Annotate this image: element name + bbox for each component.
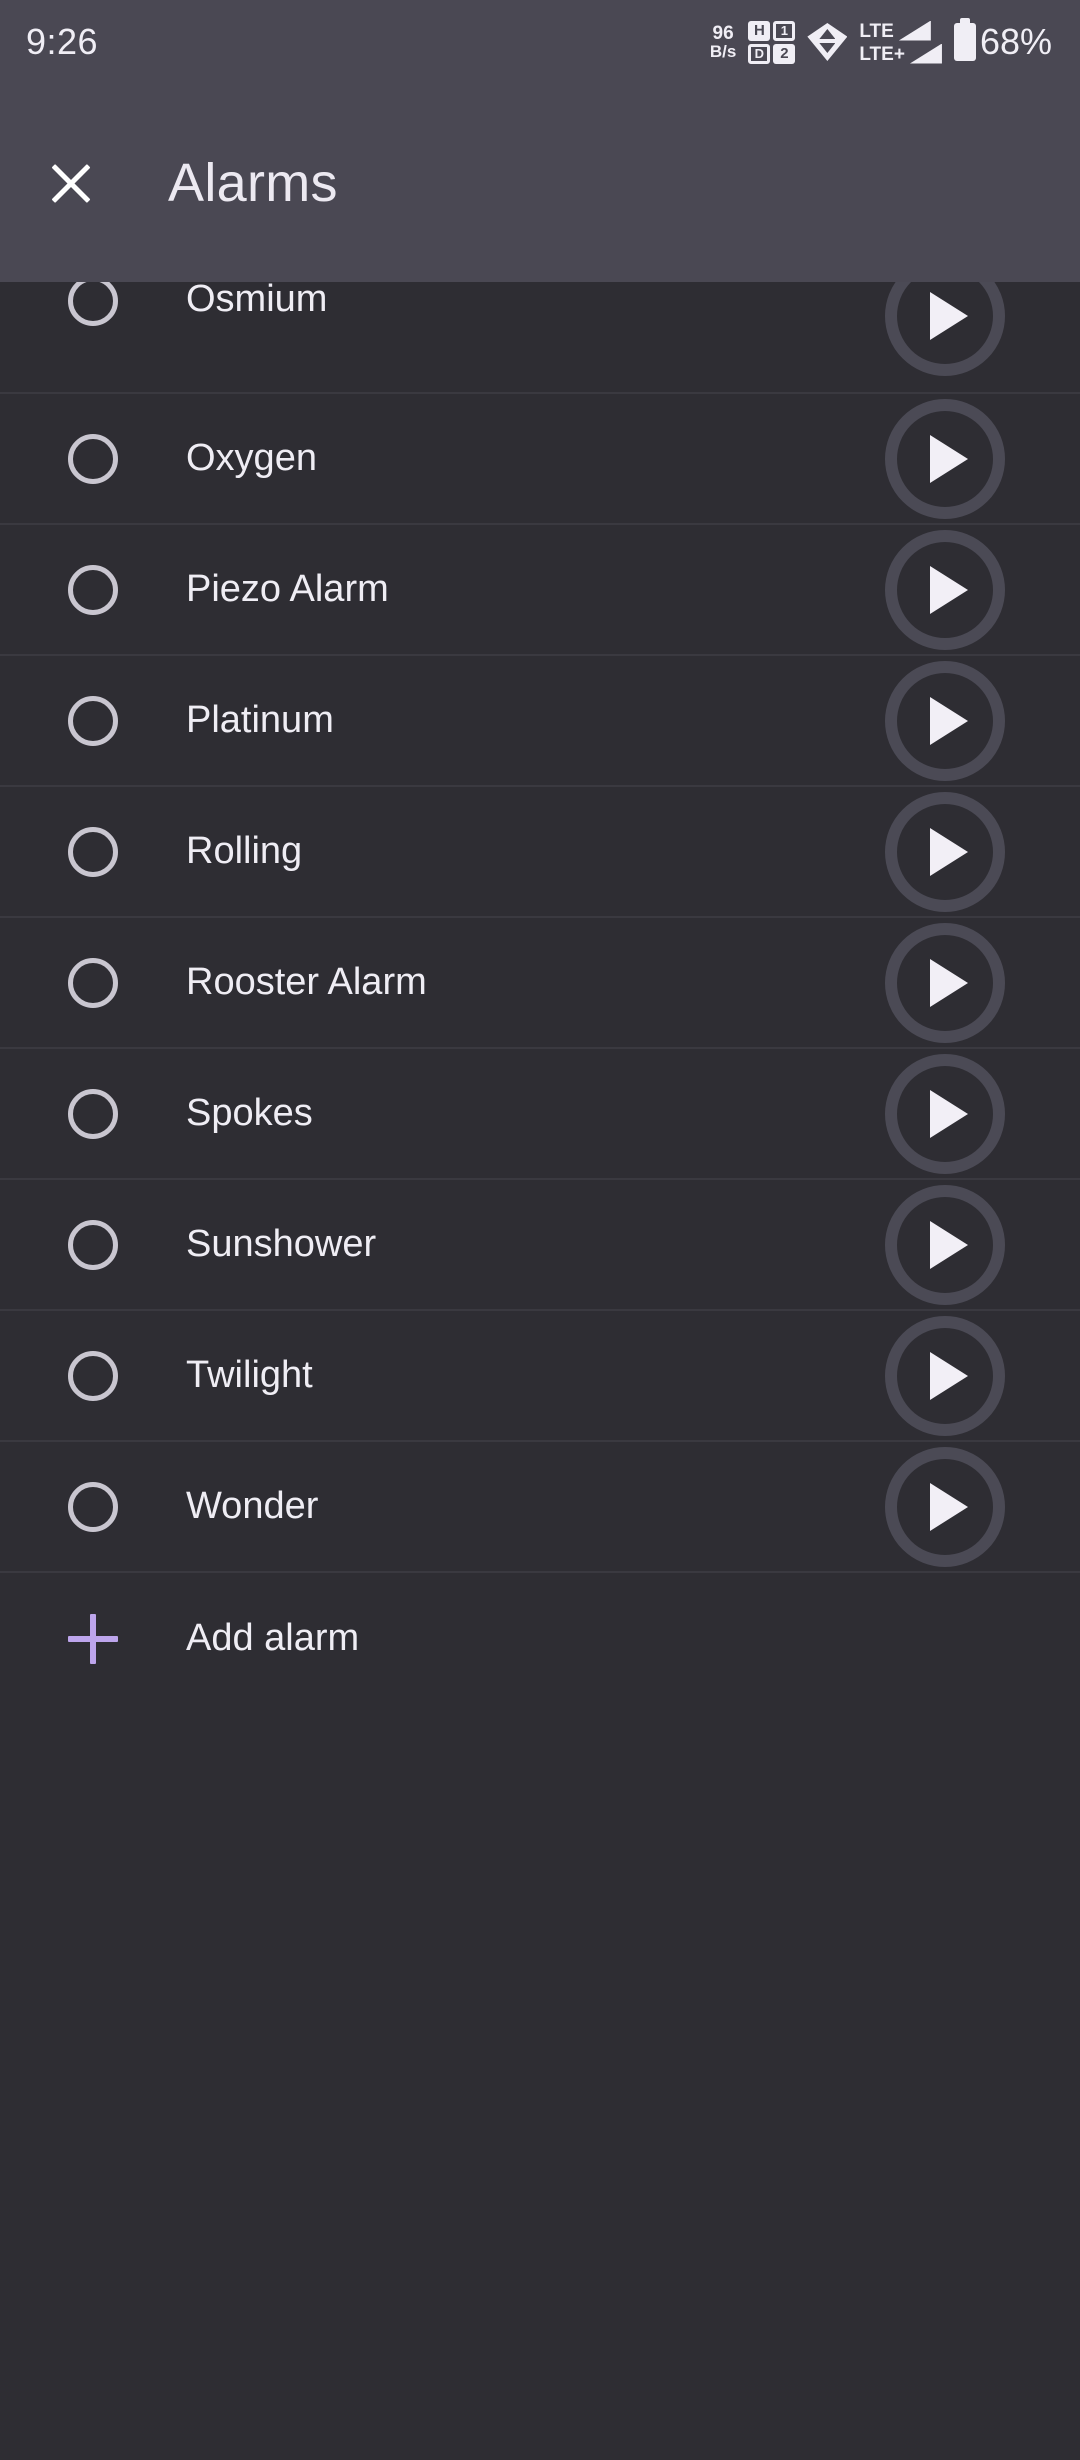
radio-unchecked-icon[interactable] <box>68 826 118 877</box>
signal-row-secondary: LTE+ <box>859 43 942 65</box>
list-item[interactable]: Platinum <box>0 656 1080 787</box>
app-bar: Alarms <box>0 84 1080 282</box>
play-icon[interactable] <box>885 1446 1005 1567</box>
play-icon-triangle <box>930 958 968 1007</box>
list-item[interactable]: Twilight <box>0 1311 1080 1442</box>
list-item[interactable]: Wonder <box>0 1442 1080 1573</box>
battery-icon <box>953 18 976 61</box>
play-icon[interactable] <box>885 1184 1005 1305</box>
dual-sim-icon: H 1 D 2 <box>748 20 796 64</box>
play-icon[interactable] <box>885 922 1005 1043</box>
list-item[interactable]: Osmium <box>0 282 1080 394</box>
sim-glyph-h: H <box>748 20 771 41</box>
radio-unchecked-icon[interactable] <box>68 1088 118 1139</box>
list-item[interactable]: Oxygen <box>0 394 1080 525</box>
list-item-label: Rooster Alarm <box>186 961 427 1003</box>
add-alarm-label: Add alarm <box>186 1617 360 1659</box>
play-icon[interactable] <box>885 1315 1005 1436</box>
list-item-label: Piezo Alarm <box>186 568 389 610</box>
play-icon[interactable] <box>885 660 1005 781</box>
play-icon-triangle <box>930 1482 968 1531</box>
play-icon-triangle <box>930 1089 968 1138</box>
play-icon-triangle <box>930 565 968 614</box>
radio-unchecked-icon[interactable] <box>68 695 118 746</box>
list-item-label: Wonder <box>186 1485 319 1527</box>
radio-unchecked-icon[interactable] <box>68 1350 118 1401</box>
radio-unchecked-icon[interactable] <box>68 564 118 615</box>
list-item-label: Rolling <box>186 830 303 872</box>
wifi-icon <box>807 21 848 63</box>
play-icon-triangle <box>930 292 968 340</box>
radio-unchecked-icon[interactable] <box>68 1219 118 1270</box>
battery-percent-label: 68% <box>979 21 1052 62</box>
alarm-sound-list[interactable]: Osmium Oxygen Piezo Alarm Platinum Rolling Ro… <box>0 282 1080 2460</box>
list-item[interactable]: Spokes <box>0 1049 1080 1180</box>
list-item-label: Sunshower <box>186 1223 377 1265</box>
signal-bars-icon-2 <box>909 43 942 64</box>
battery-indicator: 68% <box>953 18 1052 63</box>
sim-glyph-2: 2 <box>773 43 796 64</box>
play-icon-triangle <box>930 1220 968 1269</box>
radio-unchecked-icon[interactable] <box>68 1481 118 1532</box>
radio-unchecked-icon[interactable] <box>68 957 118 1008</box>
list-item-label: Spokes <box>186 1092 313 1134</box>
radio-unchecked-icon[interactable] <box>68 282 118 326</box>
status-bar: 9:26 96 B/s H 1 D 2 LTE LTE+ 68% <box>0 0 1080 84</box>
list-item-label: Osmium <box>186 282 328 320</box>
sim-glyph-1: 1 <box>773 20 796 41</box>
network-speed-value: 96 <box>712 23 734 44</box>
play-icon-triangle <box>930 696 968 745</box>
play-icon[interactable] <box>885 282 1005 376</box>
list-item-label: Platinum <box>186 699 334 741</box>
radio-unchecked-icon[interactable] <box>68 433 118 484</box>
list-item[interactable]: Rooster Alarm <box>0 918 1080 1049</box>
list-item-label: Oxygen <box>186 437 317 479</box>
play-icon-triangle <box>930 434 968 483</box>
play-icon[interactable] <box>885 1053 1005 1174</box>
play-icon[interactable] <box>885 398 1005 519</box>
list-item[interactable]: Sunshower <box>0 1180 1080 1311</box>
network-speed-unit: B/s <box>709 42 737 61</box>
signal-label-lte-plus: LTE+ <box>859 43 905 65</box>
play-icon[interactable] <box>885 529 1005 650</box>
play-icon-triangle <box>930 827 968 876</box>
list-item[interactable]: Rolling <box>0 787 1080 918</box>
wifi-kite-shape <box>807 23 848 61</box>
signal-bars-icon-1 <box>898 20 931 41</box>
play-icon-triangle <box>930 1351 968 1400</box>
status-icons: 96 B/s H 1 D 2 LTE LTE+ 68% <box>710 18 1052 65</box>
status-clock: 9:26 <box>26 21 99 62</box>
add-alarm-button[interactable]: Add alarm <box>0 1573 1080 1704</box>
signal-label-lte: LTE <box>859 20 894 42</box>
cellular-signal-icons: LTE LTE+ <box>859 20 942 65</box>
plus-icon-vertical <box>90 1613 96 1664</box>
list-item-label: Twilight <box>186 1354 313 1396</box>
sim-glyph-d: D <box>748 43 771 64</box>
page-title: Alarms <box>168 153 338 213</box>
signal-row-primary: LTE <box>859 20 942 42</box>
play-icon[interactable] <box>885 791 1005 912</box>
plus-icon <box>68 1613 118 1664</box>
list-item[interactable]: Piezo Alarm <box>0 525 1080 656</box>
close-icon[interactable] <box>16 128 126 238</box>
network-speed-indicator: 96 B/s <box>710 24 736 60</box>
